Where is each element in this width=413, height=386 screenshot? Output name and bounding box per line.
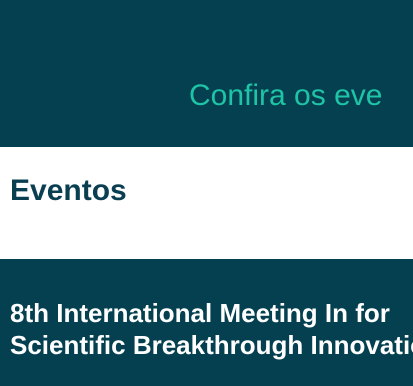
page: Confira os eve Eventos 8th International… xyxy=(0,0,413,386)
section-title: Eventos xyxy=(10,174,127,207)
hero-banner: Confira os eve xyxy=(0,0,413,147)
event-card[interactable]: 8th International Meeting In for Scienti… xyxy=(0,259,413,386)
event-title[interactable]: 8th International Meeting In for Scienti… xyxy=(10,297,413,361)
hero-text: Confira os eve xyxy=(189,79,383,112)
events-section-header: Eventos xyxy=(0,147,413,259)
